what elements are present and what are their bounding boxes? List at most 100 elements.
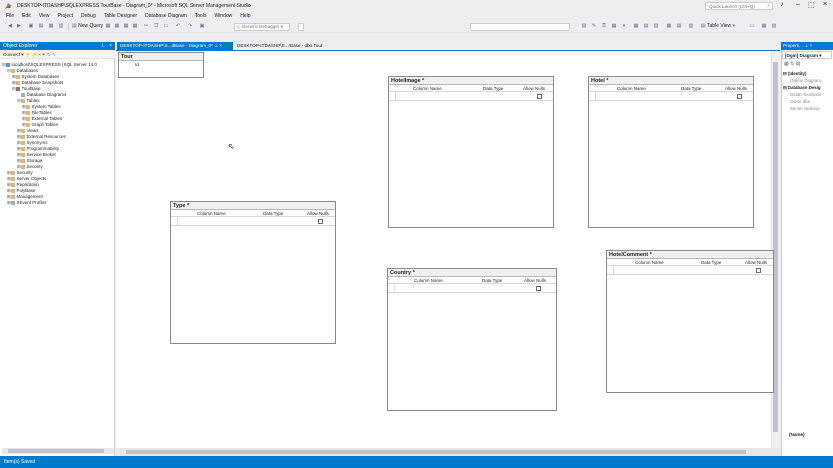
table-view-dropdown[interactable]: ▤ Table View ▾ [701, 23, 735, 31]
tab-dbo-tour[interactable]: DESKTOP-ITDASHP\S...rBase - dbo.Tour [234, 42, 346, 50]
pin-icon[interactable]: ⊥ [804, 43, 808, 48]
allow-nulls-checkbox[interactable] [536, 286, 541, 291]
redo-icon[interactable]: ↷ [186, 23, 194, 31]
properties-object-selector[interactable]: [Dgm] Diagram ▾ [782, 51, 832, 59]
prop-database[interactable]: Datab TourBase [790, 92, 832, 97]
table-hotelcomment[interactable]: HotelComment * Column Name Data Type All… [606, 250, 774, 393]
add-related-icon[interactable]: ▤ [642, 23, 650, 31]
tree-node[interactable]: ⊞ XEvent Profiler [2, 200, 114, 206]
scroll-thumb[interactable] [126, 450, 746, 454]
notification-icon[interactable]: ♪ [776, 1, 788, 8]
prop-owner[interactable]: Owne dbo [790, 99, 832, 104]
minimize-button[interactable]: – [792, 1, 804, 8]
table-hotelimage[interactable]: HotelImage * Column Name Data Type Allow… [388, 76, 554, 228]
menu-database-diagram[interactable]: Database Diagram [145, 13, 187, 19]
table-row[interactable] [589, 92, 753, 101]
connect-button[interactable]: Connect ▾ [3, 52, 24, 57]
table-row[interactable] [388, 284, 556, 293]
save-icon[interactable]: ▦ [47, 23, 55, 31]
menu-table-designer[interactable]: Table Designer [104, 13, 137, 19]
back-icon[interactable]: ◀ [6, 23, 14, 31]
table-country[interactable]: Country * Column Name Data Type Allow Nu… [387, 268, 557, 411]
table-tour[interactable]: Tour Id [118, 52, 204, 78]
row-selector[interactable] [389, 92, 396, 100]
table-row[interactable] [607, 266, 773, 275]
menu-file[interactable]: File [6, 13, 14, 19]
query-icon[interactable]: ▦ [122, 23, 130, 31]
close-icon[interactable]: × [109, 43, 112, 49]
refresh-icon[interactable]: ↻ [47, 52, 51, 57]
table-hotel[interactable]: Hotel * Column Name Data Type Allow Null… [588, 76, 754, 228]
table-row[interactable] [389, 92, 553, 101]
menu-help[interactable]: Help [240, 13, 250, 19]
database-combo[interactable] [470, 23, 570, 31]
allow-nulls-checkbox[interactable] [756, 268, 761, 273]
row-selector[interactable] [171, 217, 178, 225]
new-query-button[interactable]: ▤ New Query [72, 23, 103, 31]
add-table-icon[interactable]: ▦ [632, 23, 640, 31]
new-project-icon[interactable]: ▣ [27, 23, 35, 31]
prop-category-identity[interactable]: ⊟ (Identity) [783, 71, 832, 77]
menu-tools[interactable]: Tools [195, 13, 207, 19]
tab-diagram[interactable]: DESKTOP-ITDASHP\S...dBase - Diagram_0* ⊥… [117, 42, 233, 50]
stop-icon[interactable]: ▪ [39, 52, 41, 57]
undo-icon[interactable]: ↶ [174, 23, 182, 31]
solution-icon[interactable]: ▣ [198, 23, 206, 31]
index-icon[interactable]: ✎ [590, 23, 598, 31]
pin-icon[interactable]: ⊥ [101, 43, 105, 49]
query-icon[interactable]: ▦ [131, 23, 139, 31]
menu-view[interactable]: View [39, 13, 50, 19]
query-icon[interactable]: ▦ [104, 23, 112, 31]
connect-icon[interactable]: ⚡ [25, 52, 31, 57]
quick-launch-input[interactable]: Quick Launch (Ctrl+Q) ⌕ [705, 2, 773, 10]
filter-icon[interactable]: ⏷ [42, 52, 46, 57]
paste-icon[interactable]: ▭ [162, 23, 170, 31]
relationship-icon[interactable]: ▤ [580, 23, 588, 31]
save-all-icon[interactable]: ▥ [57, 23, 65, 31]
alphabetical-icon[interactable]: ⇅ [790, 61, 794, 67]
forward-icon[interactable]: ▶ [15, 23, 23, 31]
table-type[interactable]: Type * Column Name Data Type Allow Nulls [170, 201, 336, 344]
allow-nulls-checkbox[interactable] [737, 94, 742, 99]
close-button[interactable]: × [819, 1, 831, 8]
more-icon[interactable]: ▥ [770, 23, 778, 31]
row-selector[interactable] [388, 284, 395, 292]
prop-name[interactable]: (Name Diagram [790, 78, 832, 83]
row-selector[interactable] [589, 92, 596, 100]
close-icon[interactable]: × [219, 43, 222, 48]
activity-icon[interactable]: ∿ [52, 52, 56, 57]
menu-project[interactable]: Project [57, 13, 73, 19]
categorized-icon[interactable]: ▦ [784, 61, 789, 67]
disconnect-icon[interactable]: ⚡ [32, 52, 38, 57]
prop-category-database[interactable]: ⊟ Database Desig [783, 85, 832, 91]
allow-nulls-checkbox[interactable] [318, 219, 323, 224]
open-file-icon[interactable]: ▤ [37, 23, 45, 31]
view-icon[interactable]: ▾ [620, 23, 628, 31]
table-row[interactable] [171, 217, 335, 226]
debugger-combo[interactable]: ▷ Generic Debugger ▾ [234, 23, 290, 31]
cut-icon[interactable]: ✂ [142, 23, 150, 31]
row-selector[interactable] [607, 266, 614, 274]
toolbar-dropdown[interactable] [298, 23, 304, 31]
menu-debug[interactable]: Debug [81, 13, 96, 19]
copy-icon[interactable]: ❐ [152, 23, 160, 31]
page-break-icon[interactable]: ▤ [675, 23, 683, 31]
delete-table-icon[interactable]: ▥ [652, 23, 660, 31]
menu-edit[interactable]: Edit [22, 13, 31, 19]
generate-script-icon[interactable]: ▦ [610, 23, 618, 31]
key-icon[interactable]: ⚿ [600, 23, 608, 31]
scroll-thumb[interactable] [8, 449, 104, 453]
maximize-button[interactable]: ⬚ [805, 1, 817, 9]
allow-nulls-checkbox[interactable] [537, 94, 542, 99]
annotation-icon[interactable]: ▭ [748, 23, 756, 31]
query-icon[interactable]: ▦ [113, 23, 121, 31]
zoom-icon[interactable]: ▥ [687, 23, 695, 31]
menu-window[interactable]: Window [214, 13, 232, 19]
table-row[interactable]: Id [119, 61, 203, 69]
prop-server[interactable]: Server desktop- [790, 106, 832, 111]
pin-icon[interactable]: ⊥ [214, 43, 218, 48]
arrange-icon[interactable]: ▦ [665, 23, 673, 31]
close-icon[interactable]: × [810, 43, 813, 48]
layout-icon[interactable]: ▦ [760, 23, 768, 31]
property-pages-icon[interactable]: ▤ [796, 61, 801, 67]
